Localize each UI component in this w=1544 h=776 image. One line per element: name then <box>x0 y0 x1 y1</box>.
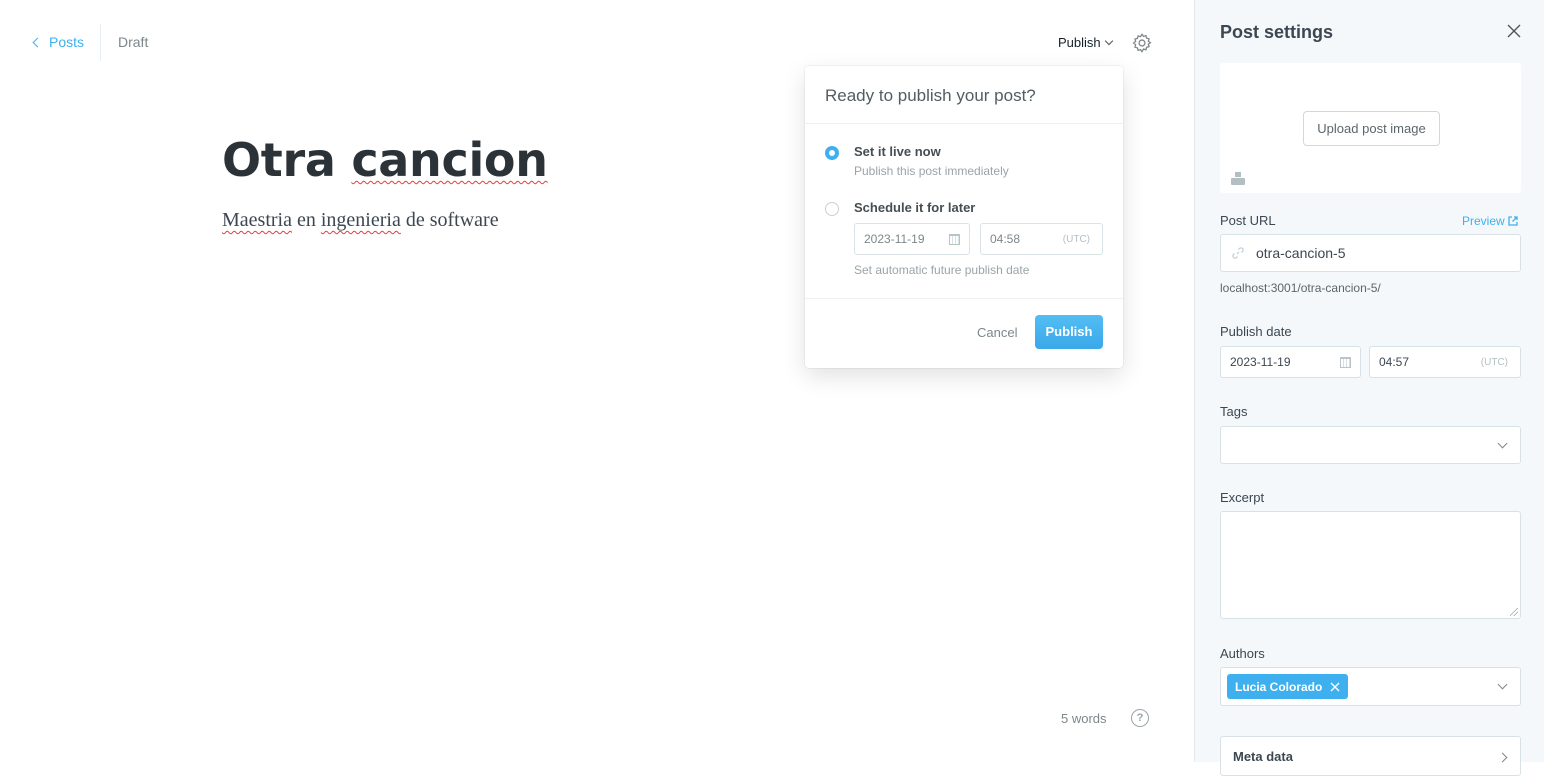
post-url-label: Post URL <box>1220 213 1276 228</box>
post-url-input[interactable]: otra-cancion-5 <box>1220 234 1521 272</box>
timezone-label: (UTC) <box>1062 233 1090 245</box>
editor-area: Posts Draft Publish Otra cancion Maestri… <box>0 0 1194 762</box>
schedule-inputs: 2023-11-19 04:58 (UTC) <box>854 223 1103 255</box>
schedule-date-value: 2023-11-19 <box>864 232 925 246</box>
close-sidebar-button[interactable] <box>1507 24 1521 38</box>
option-later-label: Schedule it for later <box>854 200 976 215</box>
chevron-right-icon <box>1497 752 1508 763</box>
sidebar-title: Post settings <box>1220 22 1334 42</box>
post-status: Draft <box>118 34 149 50</box>
chevron-down-icon <box>1104 36 1113 46</box>
calendar-icon[interactable] <box>1340 357 1351 368</box>
tags-input[interactable] <box>1220 426 1521 464</box>
excerpt-textarea[interactable] <box>1220 511 1521 619</box>
feature-image-area[interactable]: Upload post image <box>1220 63 1521 193</box>
resize-handle[interactable] <box>1510 608 1518 616</box>
cancel-button[interactable]: Cancel <box>977 325 1017 340</box>
publish-menu-label: Publish <box>1058 35 1101 50</box>
post-url-value: otra-cancion-5 <box>1256 245 1346 261</box>
tags-label: Tags <box>1220 404 1248 419</box>
word-count: 5 words <box>1061 711 1107 726</box>
publish-date-value: 2023-11-19 <box>1230 355 1291 369</box>
chevron-left-icon <box>32 37 43 48</box>
author-name: Lucia Colorado <box>1235 679 1323 694</box>
publish-time-input[interactable]: 04:57 (UTC) <box>1369 346 1521 378</box>
chevron-down-icon <box>1497 679 1508 690</box>
meta-data-section[interactable]: Meta data <box>1220 736 1521 776</box>
header-divider <box>100 24 101 61</box>
publish-time-value: 04:57 <box>1379 355 1410 369</box>
body-text: en <box>291 209 321 231</box>
body-text: de software <box>400 209 499 231</box>
authors-input[interactable]: Lucia Colorado <box>1220 667 1521 706</box>
schedule-time-value: 04:58 <box>990 232 1021 246</box>
schedule-date-input[interactable]: 2023-11-19 <box>854 223 970 255</box>
schedule-hint: Set automatic future publish date <box>854 263 1030 277</box>
post-settings-button[interactable] <box>1131 32 1153 54</box>
excerpt-label: Excerpt <box>1220 490 1265 505</box>
publish-popover: Ready to publish your post? Set it live … <box>805 66 1123 368</box>
chevron-down-icon <box>1497 438 1508 449</box>
publish-date-input[interactable]: 2023-11-19 <box>1220 346 1361 378</box>
option-now-desc: Publish this post immediately <box>854 164 1009 178</box>
title-word: Otra <box>222 133 352 187</box>
close-icon <box>1507 24 1521 38</box>
help-icon[interactable]: ? <box>1131 709 1149 727</box>
back-label: Posts <box>49 34 85 50</box>
preview-label: Preview <box>1462 214 1505 228</box>
body-misspelled-word: ingenieria <box>320 209 401 231</box>
option-publish-now[interactable]: Set it live now Publish this post immedi… <box>825 144 1009 178</box>
post-settings-sidebar: Post settings Upload post image Post URL… <box>1194 0 1544 776</box>
upload-image-button[interactable]: Upload post image <box>1303 111 1440 146</box>
preview-link[interactable]: Preview <box>1462 214 1518 228</box>
option-now-label: Set it live now <box>854 144 941 159</box>
timezone-label: (UTC) <box>1480 356 1508 368</box>
author-chip[interactable]: Lucia Colorado <box>1227 674 1349 699</box>
link-icon <box>1232 247 1244 259</box>
popover-title: Ready to publish your post? <box>805 66 1123 124</box>
upload-icon[interactable] <box>1231 171 1245 185</box>
back-to-posts-link[interactable]: Posts <box>32 33 85 51</box>
publish-button[interactable]: Publish <box>1035 315 1103 349</box>
remove-author-icon[interactable] <box>1330 682 1340 692</box>
post-title[interactable]: Otra cancion <box>222 133 548 187</box>
gear-icon <box>1132 33 1152 53</box>
radio-publish-now[interactable] <box>825 146 839 160</box>
external-link-icon <box>1508 216 1518 226</box>
post-body[interactable]: Maestria en ingenieria de software <box>222 209 499 232</box>
calendar-icon[interactable] <box>949 234 960 245</box>
title-misspelled-word: cancion <box>351 133 548 187</box>
radio-schedule-later[interactable] <box>825 202 839 216</box>
option-schedule-later[interactable]: Schedule it for later <box>825 200 975 216</box>
schedule-time-input[interactable]: 04:58 (UTC) <box>980 223 1103 255</box>
body-misspelled-word: Maestria <box>222 209 292 231</box>
full-post-url: localhost:3001/otra-cancion-5/ <box>1220 281 1381 295</box>
publish-date-label: Publish date <box>1220 324 1292 339</box>
publish-menu-trigger[interactable]: Publish <box>1058 35 1113 50</box>
authors-label: Authors <box>1220 646 1265 661</box>
